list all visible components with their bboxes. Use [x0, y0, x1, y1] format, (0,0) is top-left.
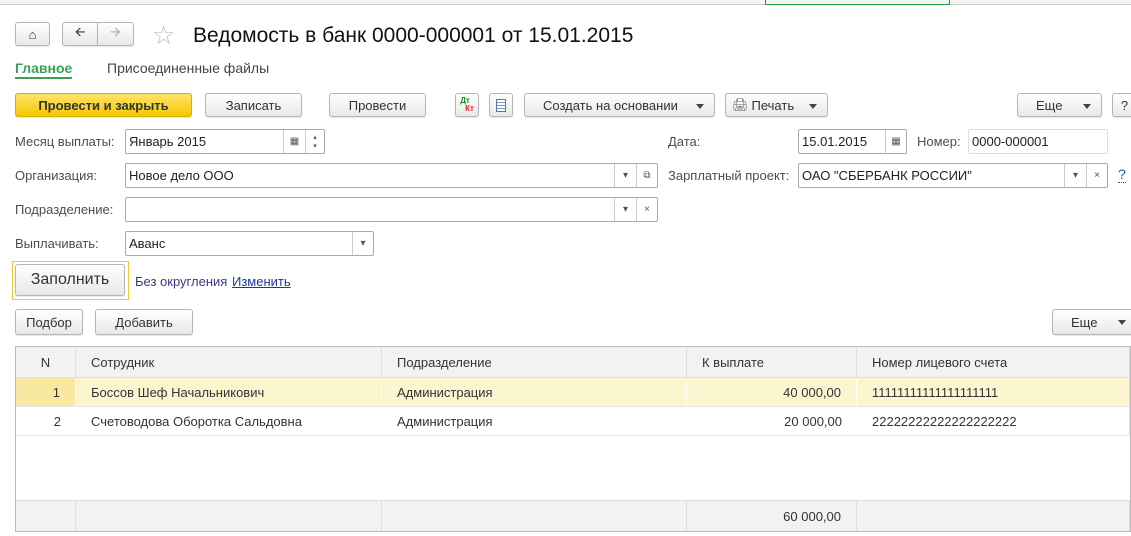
add-button[interactable]: Добавить: [95, 309, 193, 335]
clear-icon[interactable]: ×: [636, 198, 657, 221]
star-icon[interactable]: ☆: [152, 20, 175, 51]
open-icon[interactable]: ⧉: [636, 164, 657, 187]
pay-label: Выплачивать:: [15, 236, 99, 251]
calendar-icon[interactable]: ▦: [885, 130, 906, 153]
date-value: 15.01.2015: [802, 134, 868, 149]
report-button[interactable]: [489, 93, 513, 117]
home-button[interactable]: ⌂: [15, 22, 50, 46]
clear-icon[interactable]: ×: [1086, 164, 1107, 187]
salary-project-help-link[interactable]: ?: [1118, 166, 1126, 183]
document-icon: [496, 98, 506, 112]
footer-cell: [382, 501, 687, 531]
change-rounding-link[interactable]: Изменить: [232, 274, 291, 289]
kt-label: Кт: [465, 104, 474, 113]
cell-n: 2: [53, 413, 61, 429]
post-and-close-button[interactable]: Провести и закрыть: [15, 93, 192, 117]
salary-project-field[interactable]: ОАО "СБЕРБАНК РОССИИ" ▾ ×: [798, 163, 1108, 188]
table-footer: 60 000,00: [16, 500, 1130, 531]
cell-department: Администрация: [397, 413, 493, 429]
back-button[interactable]: 🡨: [62, 22, 98, 46]
dtkt-button[interactable]: Дт Кт: [455, 93, 479, 117]
calendar-icon[interactable]: ▦: [283, 130, 305, 153]
home-icon: ⌂: [28, 26, 37, 42]
number-label: Номер:: [917, 134, 961, 149]
cell-department: Администрация: [382, 378, 687, 406]
table-more-button[interactable]: Еще: [1052, 309, 1131, 335]
more-button[interactable]: Еще: [1017, 93, 1102, 117]
salary-project-value: ОАО "СБЕРБАНК РОССИИ": [802, 168, 972, 183]
organization-label: Организация:: [15, 168, 98, 183]
col-n[interactable]: N: [16, 347, 76, 377]
fill-button[interactable]: Заполнить: [15, 264, 125, 296]
dropdown-icon[interactable]: ▾: [352, 232, 373, 255]
more-label: Еще: [1036, 97, 1063, 113]
department-field[interactable]: ▾ ×: [125, 197, 658, 222]
active-window-tab[interactable]: [765, 0, 950, 5]
cell-amount: 40 000,00: [687, 378, 857, 406]
page-title: Ведомость в банк 0000-000001 от 15.01.20…: [193, 24, 634, 47]
cell-employee: Боссов Шеф Начальникович: [76, 378, 382, 406]
table-row[interactable]: 2 Счетоводова Оборотка Сальдовна Админис…: [16, 407, 1130, 436]
salary-project-label: Зарплатный проект:: [668, 168, 790, 183]
footer-cell: [76, 501, 382, 531]
dropdown-icon[interactable]: ▾: [614, 198, 636, 221]
footer-cell: [16, 501, 76, 531]
table-more-label: Еще: [1071, 314, 1098, 330]
organization-value: Новое дело ООО: [129, 168, 234, 183]
col-employee[interactable]: Сотрудник: [76, 347, 382, 377]
help-button[interactable]: ?: [1112, 93, 1131, 117]
printer-icon: 🖨: [732, 97, 749, 112]
print-button[interactable]: 🖨 Печать: [725, 93, 828, 117]
month-label: Месяц выплаты:: [15, 134, 115, 149]
save-button[interactable]: Записать: [205, 93, 302, 117]
dropdown-icon[interactable]: ▾: [614, 164, 636, 187]
col-department[interactable]: Подразделение: [382, 347, 687, 377]
window-tabs-strip: [0, 0, 1131, 5]
cell-account: 22222222222222222222: [857, 407, 1130, 435]
tab-attached-files[interactable]: Присоединенные файлы: [107, 60, 269, 76]
col-account[interactable]: Номер лицевого счета: [857, 347, 1130, 377]
department-label: Подразделение:: [15, 202, 114, 217]
cell-employee: Счетоводова Оборотка Сальдовна: [91, 413, 302, 429]
employees-table: N Сотрудник Подразделение К выплате Номе…: [15, 346, 1131, 532]
pay-field[interactable]: Аванс ▾: [125, 231, 374, 256]
create-based-on-button[interactable]: Создать на основании: [524, 93, 715, 117]
number-field[interactable]: 0000-000001: [968, 129, 1108, 154]
tab-main[interactable]: Главное: [15, 60, 73, 79]
post-button[interactable]: Провести: [329, 93, 426, 117]
rounding-text: Без округления: [135, 274, 228, 289]
month-spinner[interactable]: ▴ ▾: [305, 130, 324, 153]
dropdown-icon[interactable]: ▾: [1064, 164, 1086, 187]
table-row[interactable]: 1 Боссов Шеф Начальникович Администрация…: [16, 378, 1130, 407]
footer-cell: [857, 501, 1130, 531]
total-amount: 60 000,00: [687, 501, 857, 531]
forward-button[interactable]: 🡪: [97, 22, 134, 46]
col-amount[interactable]: К выплате: [687, 347, 857, 377]
pick-button[interactable]: Подбор: [15, 309, 83, 335]
month-value: Январь 2015: [129, 134, 207, 149]
cell-amount: 20 000,00: [784, 413, 842, 429]
organization-field[interactable]: Новое дело ООО ▾ ⧉: [125, 163, 658, 188]
pay-value: Аванс: [129, 236, 166, 251]
create-based-on-label: Создать на основании: [543, 97, 678, 113]
cell-account: 11111111111111111111: [857, 378, 1130, 406]
print-label: Печать: [751, 97, 795, 113]
cell-n: 1: [16, 378, 76, 406]
arrow-left-icon: 🡨: [74, 24, 86, 39]
arrow-right-icon: 🡪: [110, 24, 121, 39]
date-field[interactable]: 15.01.2015 ▦: [798, 129, 907, 154]
month-field[interactable]: Январь 2015 ▦ ▴ ▾: [125, 129, 325, 154]
table-header: N Сотрудник Подразделение К выплате Номе…: [16, 347, 1130, 378]
date-label: Дата:: [668, 134, 701, 149]
